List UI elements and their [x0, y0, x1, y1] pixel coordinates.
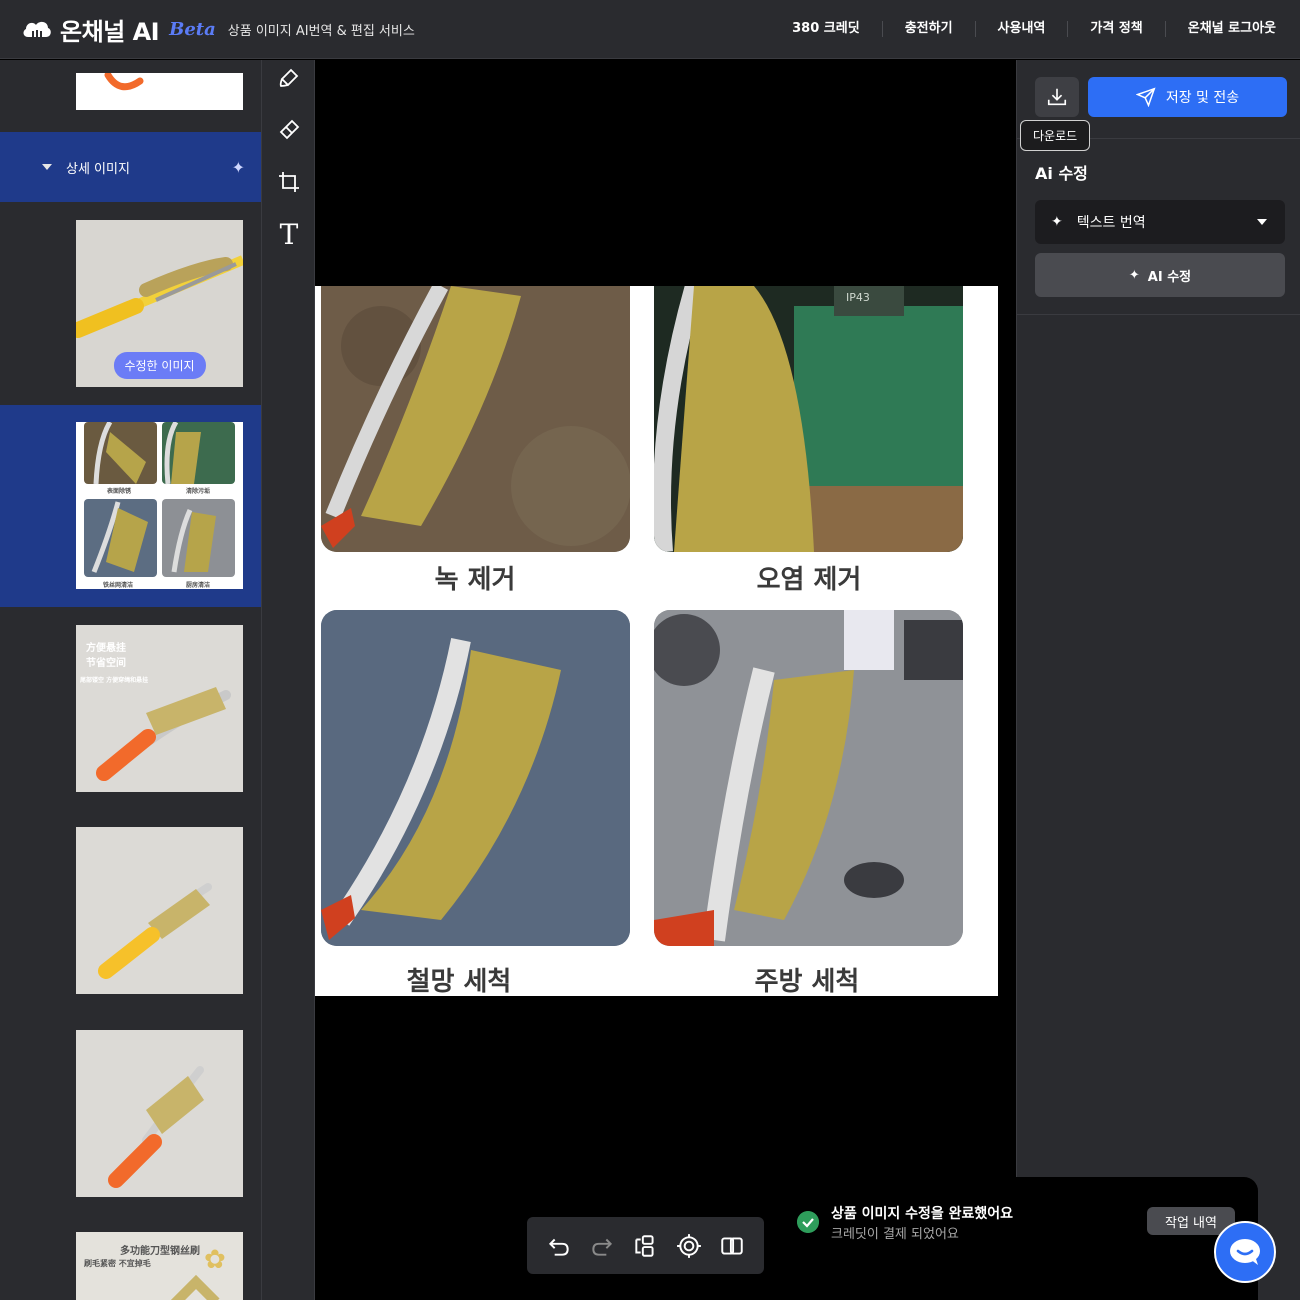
photo-rust-image — [321, 286, 630, 552]
save-label: 저장 및 전송 — [1165, 90, 1240, 106]
thumb-last-partial[interactable]: 多功能刀型钢丝刷 刷毛紧密 不宜掉毛 ✿ — [76, 1232, 243, 1300]
download-button[interactable] — [1035, 77, 1079, 117]
thumb-orange-image — [76, 1030, 243, 1197]
grid-caption-4: 厨房清洁 — [186, 582, 211, 589]
product-detail-sheet[interactable]: IP43 녹 제거 오염 제거 철망 세척 주방 세척 — [315, 286, 998, 997]
sparkle-icon: ✦ — [1128, 267, 1140, 283]
photo-stain-image: IP43 — [654, 286, 963, 552]
nav-credits[interactable]: 380 크레딧 — [770, 21, 882, 37]
undo-icon[interactable] — [546, 1233, 572, 1259]
photo-mesh-cleaning — [321, 610, 630, 946]
text-tool[interactable]: T — [275, 217, 303, 251]
cloud-logo-icon — [23, 21, 51, 37]
thumb-last-image: ✿ — [170, 1245, 226, 1300]
canvas-toolbar — [527, 1217, 764, 1274]
caption-rust: 녹 제거 — [434, 565, 516, 595]
thumb-edited[interactable]: 수정한 이미지 — [76, 220, 243, 387]
grid-caption-3: 铁丝网清洁 — [103, 582, 134, 589]
caption-kitchen: 주방 세척 — [754, 967, 860, 997]
brush-tool[interactable] — [275, 64, 303, 92]
editor-canvas[interactable]: IP43 녹 제거 오염 제거 철망 세척 주방 세척 — [315, 60, 1016, 1300]
caption-mesh: 철망 세척 — [406, 967, 512, 997]
brush-icon — [279, 68, 299, 87]
app-root: 온채널 AI Beta 상품 이미지 AI번역 & 편집 서비스 380 크레딧… — [0, 0, 1300, 1300]
chevron-down-icon[interactable] — [42, 164, 52, 170]
thumb-top-image — [104, 73, 144, 91]
top-nav: 380 크레딧 충전하기 사용내역 가격 정책 온채널 로그아웃 — [770, 21, 1278, 37]
download-tooltip: 다운로드 — [1020, 120, 1091, 151]
brand-name: 온채널 AI — [60, 17, 160, 46]
ai-edit-button[interactable]: ✦ AI 수정 — [1035, 253, 1285, 297]
thumb-top-partial[interactable] — [76, 73, 243, 110]
crop-icon — [279, 172, 299, 192]
svg-text:✿: ✿ — [204, 1245, 226, 1275]
grid-caption-1: 表面除锈 — [107, 488, 132, 495]
top-header: 온채널 AI Beta 상품 이미지 AI번역 & 편집 서비스 380 크레딧… — [0, 0, 1300, 59]
hang-text-1: 方便悬挂 — [86, 643, 126, 654]
mode-label: 텍스트 번역 — [1076, 215, 1146, 231]
thumb-yellow[interactable] — [76, 827, 243, 994]
brand-logo[interactable]: 온채널 AI Beta — [22, 12, 216, 47]
right-panel: 저장 및 전송 다운로드 Ai 수정 ✦ 텍스트 번역 ✦ AI 수정 — [1016, 60, 1300, 1300]
nav-logout[interactable]: 온채널 로그아웃 — [1164, 21, 1278, 37]
nav-pricing[interactable]: 가격 정책 — [1067, 21, 1164, 37]
photo-rust-removal — [321, 286, 630, 552]
thumb-yellow-image — [76, 827, 243, 994]
chat-icon — [1230, 1239, 1260, 1265]
crop-tool[interactable] — [275, 168, 303, 196]
beta-label: Beta — [169, 18, 216, 40]
section-detail-images[interactable]: 상세 이미지 ✦ — [0, 132, 261, 202]
photo-kitchen-image — [654, 610, 963, 946]
photo-stain-removal: IP43 — [654, 286, 963, 552]
mode-select[interactable]: ✦ 텍스트 번역 — [1035, 200, 1285, 244]
thumb-selected-grid[interactable]: 表面除锈 清除污垢 铁丝网清洁 厨房清洁 — [76, 422, 243, 589]
ai-edit-title: Ai 수정 — [1035, 164, 1088, 183]
tagline: 상품 이미지 AI번역 & 편집 서비스 — [227, 23, 415, 39]
thumb-orange[interactable] — [76, 1030, 243, 1197]
nav-charge[interactable]: 충전하기 — [881, 21, 975, 37]
section-label: 상세 이미지 — [66, 161, 130, 177]
eraser-icon — [279, 119, 300, 140]
caption-stain: 오염 제거 — [756, 565, 862, 595]
photo-kitchen-cleaning — [654, 610, 963, 946]
redo-icon[interactable] — [589, 1233, 615, 1259]
ai-button-label: AI 수정 — [1147, 269, 1192, 285]
photo-mesh-image — [321, 610, 630, 946]
hang-text-2: 节省空间 — [86, 658, 126, 669]
compare-icon[interactable] — [719, 1233, 745, 1259]
save-and-send-button[interactable]: 저장 및 전송 — [1088, 77, 1287, 117]
thumbnail-sidebar[interactable]: 상세 이미지 ✦ 수정한 이미지 表面除锈 清除污垢 铁丝网清洁 厨房清洁 方便… — [0, 60, 261, 1300]
sparkle-icon: ✦ — [1051, 214, 1063, 230]
check-icon — [797, 1211, 819, 1233]
toast-subtitle: 크레딧이 결제 되었어요 — [831, 1227, 959, 1242]
grid-caption-2: 清除污垢 — [186, 488, 211, 495]
edited-badge: 수정한 이미지 — [113, 352, 206, 379]
nav-usage[interactable]: 사용내역 — [974, 21, 1068, 37]
thumb-hang[interactable]: 方便悬挂 节省空间 尾部镂空 方便穿绳和悬挂 — [76, 625, 243, 792]
chevron-down-icon — [1257, 219, 1267, 225]
eraser-tool[interactable] — [275, 116, 303, 144]
download-icon — [1047, 88, 1067, 106]
chat-button[interactable] — [1214, 1221, 1276, 1283]
tool-column: T — [261, 60, 315, 1300]
layers-icon[interactable] — [632, 1233, 658, 1259]
hang-text-3: 尾部镂空 方便穿绳和悬挂 — [80, 677, 149, 684]
sparkle-icon[interactable]: ✦ — [232, 158, 245, 177]
stamp-text: IP43 — [846, 291, 870, 304]
target-icon[interactable] — [676, 1233, 702, 1259]
toast-title: 상품 이미지 수정을 완료했어요 — [831, 1206, 1014, 1222]
thumb-grid-image — [84, 422, 235, 577]
panel-divider-bottom — [1017, 314, 1300, 315]
text-icon: T — [279, 217, 299, 251]
send-icon — [1135, 87, 1156, 107]
